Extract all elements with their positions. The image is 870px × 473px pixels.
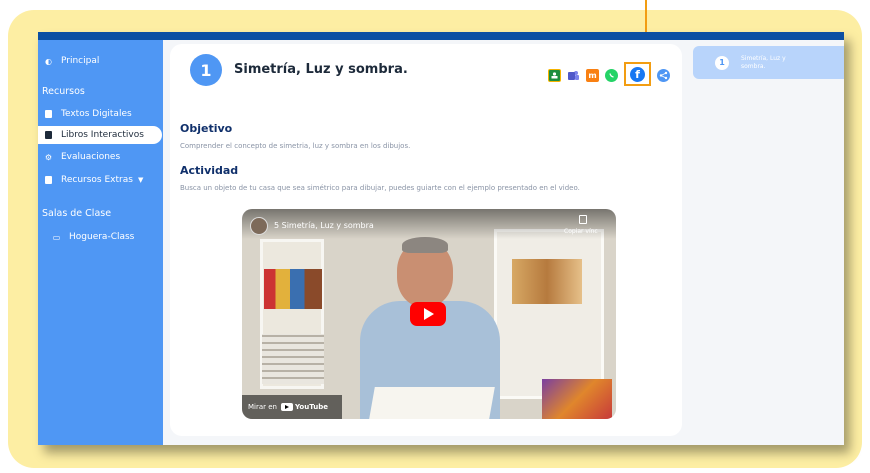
whatsapp-icon[interactable] [605,68,618,82]
dashboard-icon: ◐ [45,56,52,66]
facebook-highlight: f [624,62,651,86]
video-scene-toy [512,259,582,304]
play-icon [424,308,434,320]
sidebar-item-label: Libros Interactivos [61,130,144,140]
youtube-logo: YouTube [281,403,328,411]
sidebar-item-hoguera-class[interactable]: ▭ Hoguera-Class [38,228,163,246]
youtube-label: YouTube [295,403,328,411]
sidebar-item-label: Textos Digitales [61,109,132,119]
facebook-icon[interactable]: f [630,66,645,82]
moodle-icon[interactable]: m [586,68,599,82]
sidebar-item-label: Evaluaciones [61,152,121,162]
sidebar-item-libros-interactivos[interactable]: Libros Interactivos [38,126,162,144]
book-icon [44,110,53,119]
section-recursos: Recursos [42,86,85,97]
gear-icon: ⚙ [44,152,53,162]
video-title[interactable]: 5 Simetría, Luz y sombra [274,221,374,230]
lesson-card: 1 Simetría, Luz y sombra. m f Objetivo C… [170,44,682,436]
sidebar-item-label: Hoguera-Class [69,232,135,242]
chat-icon: ▭ [52,232,61,242]
activity-heading: Actividad [180,164,239,177]
lesson-list-item[interactable]: 1 Simetría, Luz y sombra. [693,46,844,79]
watch-on-label: Mirar en [248,403,277,411]
sidebar-item-textos-digitales[interactable]: Textos Digitales [38,105,163,123]
top-bar [38,32,844,40]
channel-avatar[interactable] [250,217,268,235]
video-scene-paper [369,387,495,419]
teams-icon[interactable] [567,69,580,82]
lesson-list-label: Simetría, Luz y sombra. [741,54,786,70]
sidebar-item-label: Recursos Extras [61,175,133,185]
sidebar-item-evaluaciones[interactable]: ⚙ Evaluaciones [38,148,163,166]
app-window: ◐ Principal Recursos Textos Digitales Li… [38,32,844,445]
section-salas-de-clase: Salas de Clase [42,208,112,219]
chevron-down-icon: ▼ [137,176,144,184]
sidebar: ◐ Principal Recursos Textos Digitales Li… [38,40,163,445]
copy-link-label[interactable]: Copiar vínc [564,228,598,235]
sidebar-item-label: Principal [61,56,100,66]
book-icon [44,131,53,140]
share-icon[interactable] [657,68,670,82]
video-scene-books [542,379,612,419]
sidebar-item-recursos-extras[interactable]: Recursos Extras ▼ [38,171,163,189]
lesson-number-badge: 1 [190,54,222,86]
objective-text: Comprender el concepto de simetria, luz … [180,142,411,150]
lesson-list-number: 1 [715,55,729,70]
youtube-play-icon [281,403,293,411]
video-scene-books [264,269,322,309]
youtube-video-player[interactable]: 5 Simetría, Luz y sombra Copiar vínc Mir… [242,209,616,419]
play-button[interactable] [410,302,446,326]
sidebar-item-principal[interactable]: ◐ Principal [38,52,163,70]
watch-on-youtube-button[interactable]: Mirar en YouTube [242,395,342,419]
document-icon [44,176,53,185]
objective-heading: Objetivo [180,122,233,135]
lesson-title: Simetría, Luz y sombra. [234,62,408,77]
activity-text: Busca un objeto de tu casa que sea simét… [180,184,580,192]
share-toolbar: m f [548,62,670,86]
copy-link-icon[interactable] [579,215,587,224]
video-scene-books [262,334,324,384]
video-scene-shelf [494,229,604,399]
google-classroom-icon[interactable] [548,68,561,82]
video-scene-person [402,237,448,253]
